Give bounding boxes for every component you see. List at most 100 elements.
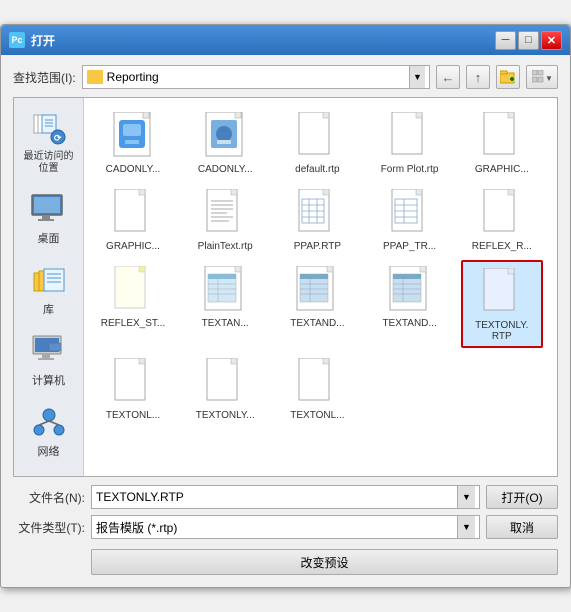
file-item[interactable]: PPAP.RTP	[276, 183, 358, 256]
location-bar: 查找范围(I): Reporting ▼ ← ↑	[13, 65, 558, 89]
file-icon	[109, 110, 157, 162]
file-item-selected[interactable]: TEXTONLY.RTP	[461, 260, 543, 348]
main-area: ⟳ 最近访问的位置 桌面	[13, 97, 558, 477]
titlebar: Pc 打开 ─ □ ✕	[1, 25, 570, 55]
svg-text:⟳: ⟳	[54, 133, 62, 143]
file-icon	[201, 187, 249, 239]
file-item[interactable]: PlainText.rtp	[184, 183, 266, 256]
bottom-form: 文件名(N): TEXTONLY.RTP ▼ 打开(O) 文件类型(T): 报告…	[13, 477, 558, 575]
file-icon	[109, 187, 157, 239]
file-icon	[478, 110, 526, 162]
file-item[interactable]: CADONLY...	[92, 106, 174, 179]
file-area: CADONLY...	[84, 98, 557, 476]
file-icon	[201, 110, 249, 162]
file-label: PlainText.rtp	[198, 241, 253, 252]
file-icon	[201, 264, 249, 316]
sidebar-label-desktop: 桌面	[38, 230, 60, 246]
file-icon	[386, 187, 434, 239]
filename-dropdown-arrow[interactable]: ▼	[457, 486, 475, 508]
file-item[interactable]: GRAPHIC...	[92, 183, 174, 256]
new-folder-button[interactable]	[496, 65, 520, 89]
view-button[interactable]: ▼	[526, 65, 558, 89]
file-label: GRAPHIC...	[475, 164, 529, 175]
sidebar-label-computer: 计算机	[32, 372, 65, 388]
dialog-body: 查找范围(I): Reporting ▼ ← ↑	[1, 55, 570, 587]
back-button[interactable]: ←	[436, 65, 460, 89]
sidebar-label-network: 网络	[38, 443, 60, 459]
file-icon	[478, 266, 526, 318]
location-label: 查找范围(I):	[13, 69, 76, 86]
file-item[interactable]: TEXTAND...	[276, 260, 358, 348]
sidebar-item-library[interactable]: 库	[17, 256, 81, 323]
sidebar-label-recent: 最近访问的位置	[21, 151, 77, 175]
file-item[interactable]: REFLEX_R...	[461, 183, 543, 256]
file-icon	[293, 264, 341, 316]
sidebar: ⟳ 最近访问的位置 桌面	[14, 98, 84, 476]
file-item[interactable]: TEXTONLY...	[184, 352, 266, 425]
file-label: Form Plot.rtp	[381, 164, 439, 175]
filename-combo[interactable]: TEXTONLY.RTP ▼	[91, 485, 480, 509]
file-item[interactable]: default.rtp	[276, 106, 358, 179]
file-icon	[109, 264, 157, 316]
file-label: REFLEX_ST...	[101, 318, 165, 329]
file-label: PPAP_TR...	[383, 241, 436, 252]
sidebar-item-recent[interactable]: ⟳ 最近访问的位置	[17, 106, 81, 181]
filetype-value: 报告模版 (*.rtp)	[96, 519, 457, 536]
file-item[interactable]: TEXTONL...	[92, 352, 174, 425]
recent-icon: ⟳	[31, 112, 67, 148]
file-icon	[201, 356, 249, 408]
file-item[interactable]: TEXTAND...	[369, 260, 451, 348]
file-label: PPAP.RTP	[294, 241, 341, 252]
file-label: CADONLY...	[106, 164, 161, 175]
file-icon	[293, 110, 341, 162]
folder-icon	[87, 70, 103, 84]
open-button[interactable]: 打开(O)	[486, 485, 558, 509]
file-icon	[478, 187, 526, 239]
file-item[interactable]: TEXTAN...	[184, 260, 266, 348]
file-label: CADONLY...	[198, 164, 253, 175]
file-icon	[386, 264, 434, 316]
filename-label: 文件名(N):	[13, 489, 85, 506]
file-label: TEXTONLY.RTP	[475, 320, 528, 342]
file-label: REFLEX_R...	[472, 241, 532, 252]
open-dialog: Pc 打开 ─ □ ✕ 查找范围(I): Reporting ▼ ← ↑	[0, 24, 571, 588]
file-item[interactable]: GRAPHIC...	[461, 106, 543, 179]
file-label: TEXTAND...	[290, 318, 344, 329]
filename-value: TEXTONLY.RTP	[96, 490, 457, 504]
cancel-button[interactable]: 取消	[486, 515, 558, 539]
sidebar-label-library: 库	[43, 301, 54, 317]
file-icon	[109, 356, 157, 408]
maximize-button[interactable]: □	[518, 31, 539, 50]
window-controls: ─ □ ✕	[495, 31, 562, 50]
file-item[interactable]: PPAP_TR...	[369, 183, 451, 256]
app-icon: Pc	[9, 32, 25, 48]
minimize-button[interactable]: ─	[495, 31, 516, 50]
computer-icon	[31, 333, 67, 369]
file-item[interactable]: Form Plot.rtp	[369, 106, 451, 179]
file-item[interactable]: TEXTONL...	[276, 352, 358, 425]
file-label: TEXTONLY...	[196, 410, 255, 421]
file-label: TEXTONL...	[106, 410, 160, 421]
svg-text:▼: ▼	[545, 74, 552, 83]
network-icon	[31, 404, 67, 440]
file-label: default.rtp	[295, 164, 339, 175]
filetype-row: 文件类型(T): 报告模版 (*.rtp) ▼ 取消	[13, 515, 558, 539]
change-preset-button[interactable]: 改变预设	[91, 549, 558, 575]
sidebar-item-network[interactable]: 网络	[17, 398, 81, 465]
file-icon	[293, 356, 341, 408]
file-item[interactable]: CADONLY...	[184, 106, 266, 179]
filetype-dropdown-arrow[interactable]: ▼	[457, 516, 475, 538]
dialog-title: 打开	[31, 32, 495, 49]
up-button[interactable]: ↑	[466, 65, 490, 89]
location-combo[interactable]: Reporting ▼	[82, 65, 430, 89]
file-icon	[386, 110, 434, 162]
file-icon	[293, 187, 341, 239]
close-button[interactable]: ✕	[541, 31, 562, 50]
sidebar-item-computer[interactable]: 计算机	[17, 327, 81, 394]
filename-row: 文件名(N): TEXTONLY.RTP ▼ 打开(O)	[13, 485, 558, 509]
filetype-combo[interactable]: 报告模版 (*.rtp) ▼	[91, 515, 480, 539]
sidebar-item-desktop[interactable]: 桌面	[17, 185, 81, 252]
location-dropdown-arrow[interactable]: ▼	[409, 66, 425, 88]
file-item[interactable]: REFLEX_ST...	[92, 260, 174, 348]
file-grid: CADONLY...	[92, 106, 549, 425]
